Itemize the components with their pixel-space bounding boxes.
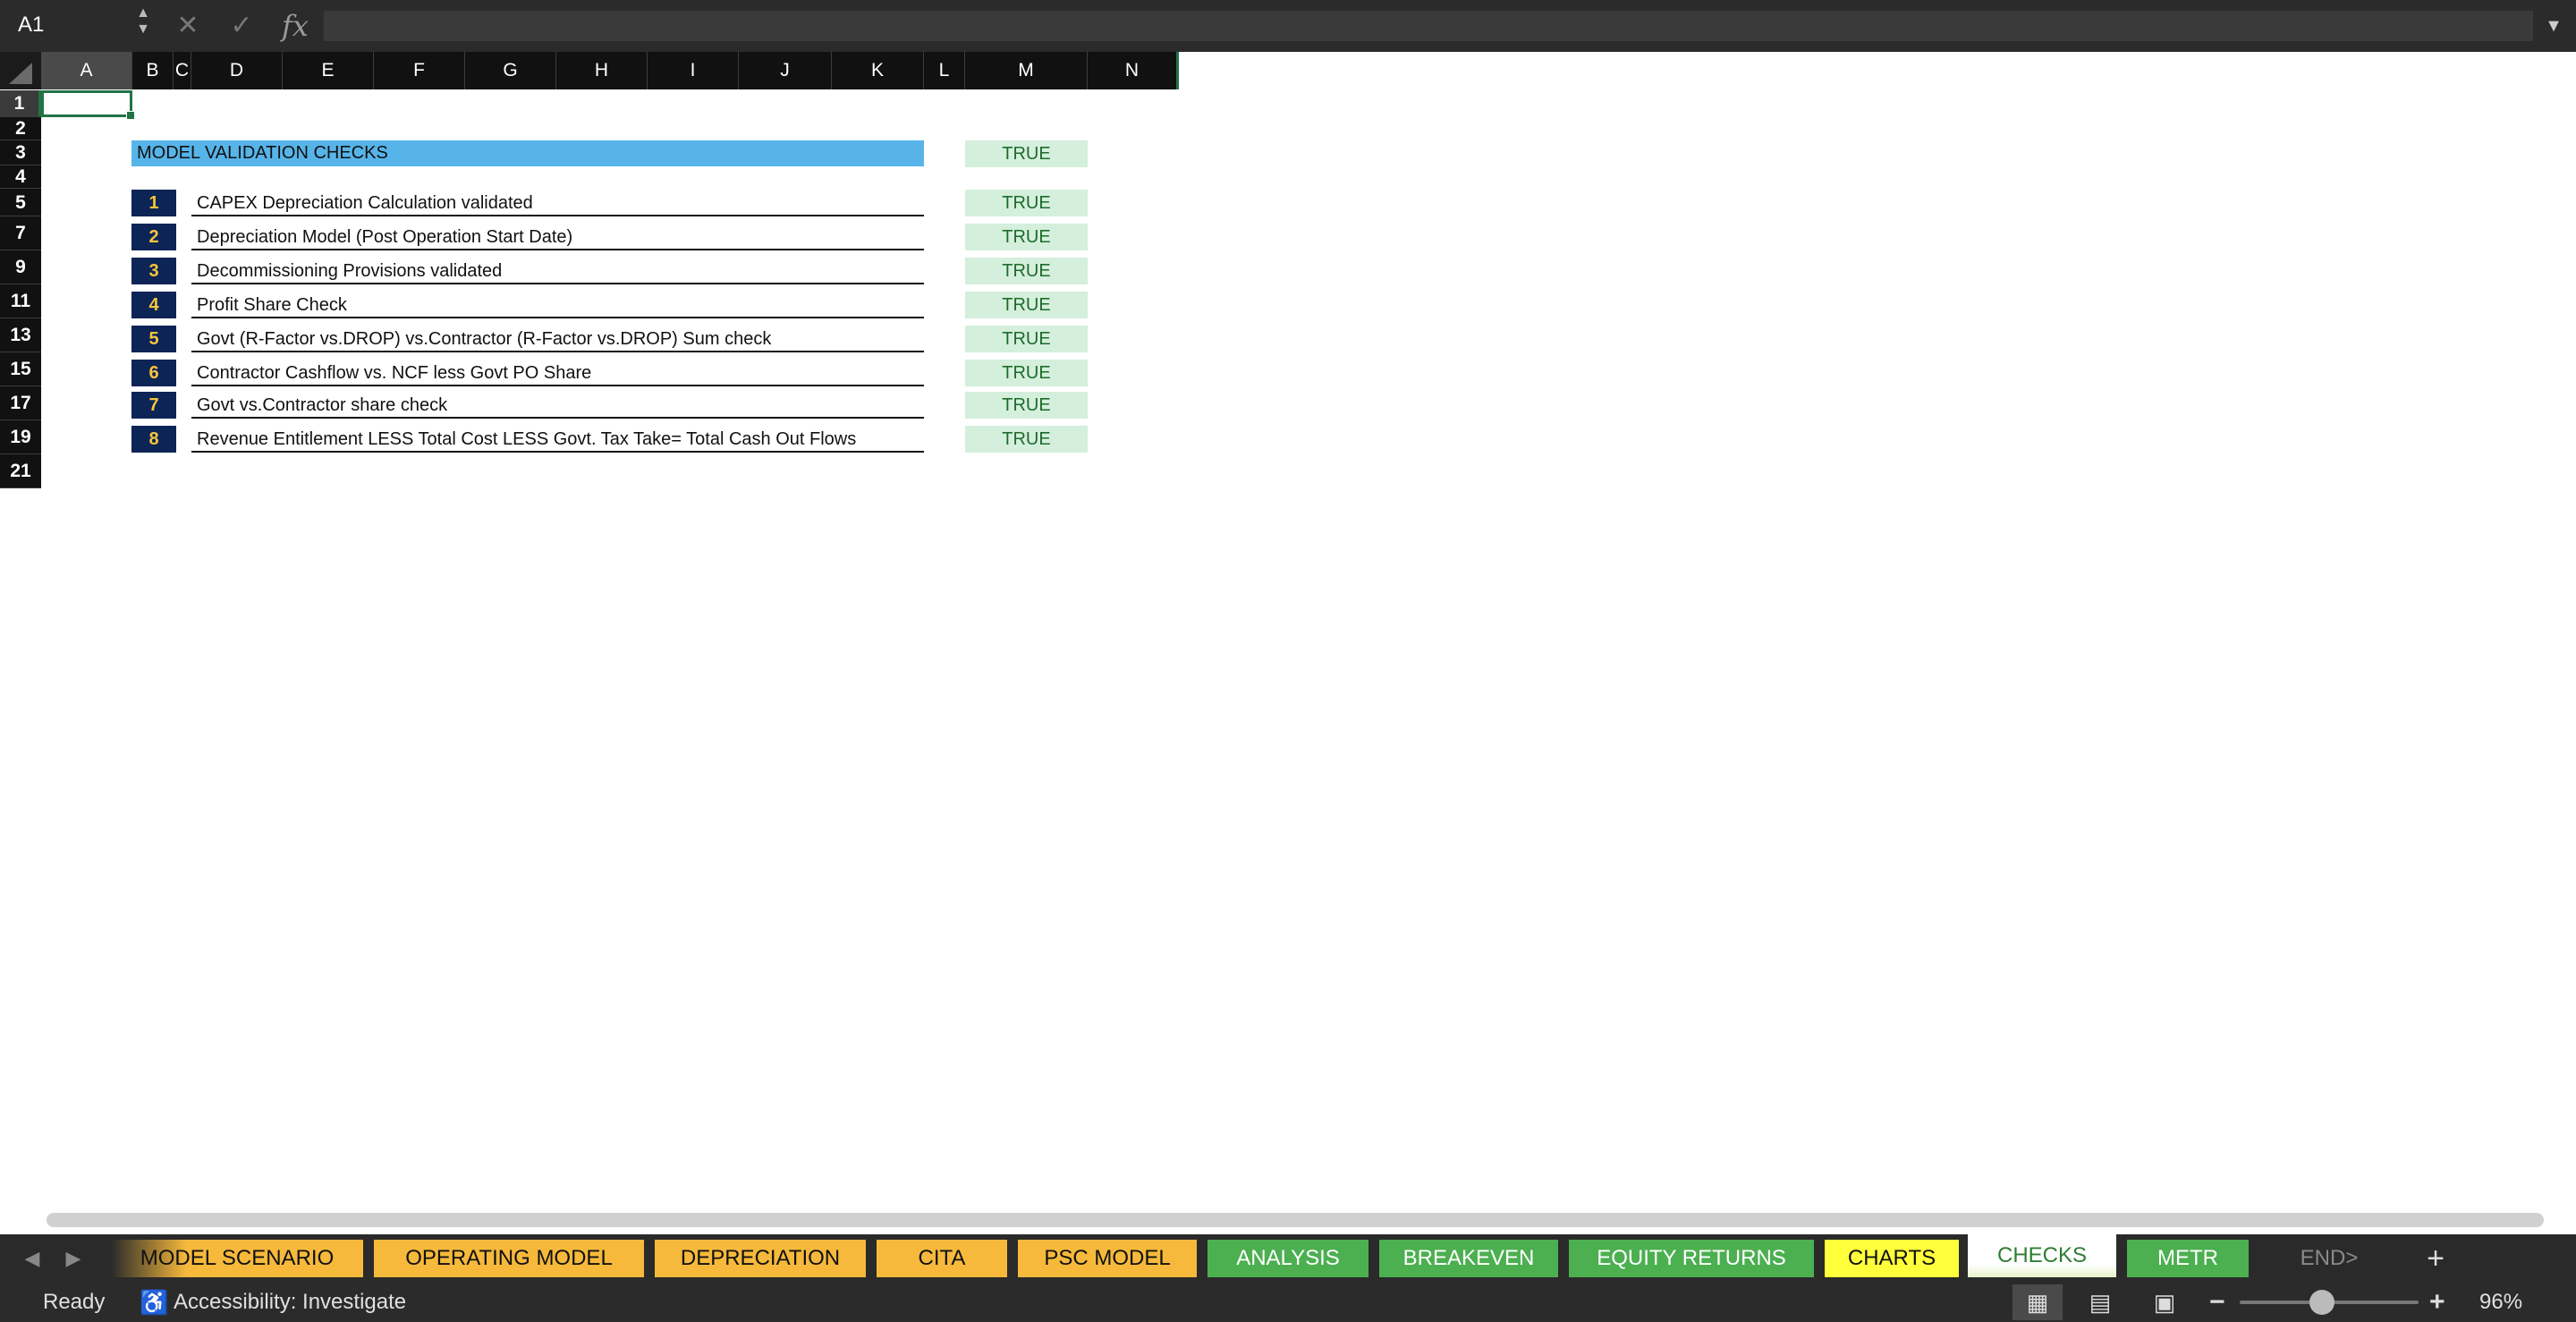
tab-metr[interactable]: METR [2127, 1240, 2249, 1277]
check-number[interactable]: 2 [131, 224, 176, 250]
row-header-17[interactable]: 17 [0, 386, 41, 420]
horizontal-scrollbar[interactable] [47, 1213, 2544, 1227]
row-header-19[interactable]: 19 [0, 420, 41, 454]
tab-equity-returns[interactable]: EQUITY RETURNS [1569, 1240, 1814, 1277]
row-header-4[interactable]: 4 [0, 165, 41, 189]
check-number[interactable]: 7 [131, 392, 176, 419]
check-label[interactable]: Depreciation Model (Post Operation Start… [191, 224, 924, 250]
row-header-5[interactable]: 5 [0, 189, 41, 216]
tab-checks[interactable]: CHECKS [1968, 1234, 2116, 1277]
column-header-k[interactable]: K [832, 52, 924, 89]
column-header-c[interactable]: C [174, 52, 191, 89]
normal-view-icon[interactable]: ▦ [2012, 1284, 2063, 1320]
column-header-f[interactable]: F [374, 52, 465, 89]
column-header-n[interactable]: N [1088, 52, 1179, 89]
active-cell-a1[interactable] [41, 90, 135, 120]
row-header-21[interactable]: 21 [0, 454, 41, 488]
check-result[interactable]: TRUE [965, 258, 1088, 284]
zoom-out-button[interactable]: − [2209, 1283, 2225, 1322]
sheet-title[interactable]: MODEL VALIDATION CHECKS [131, 140, 924, 166]
row-header-11[interactable]: 11 [0, 284, 41, 318]
zoom-level[interactable]: 96% [2479, 1283, 2522, 1322]
page-break-view-icon[interactable]: ▣ [2140, 1284, 2190, 1320]
check-result[interactable]: TRUE [965, 190, 1088, 216]
zoom-in-button[interactable]: + [2429, 1283, 2445, 1322]
column-header-m[interactable]: M [965, 52, 1088, 89]
check-label[interactable]: CAPEX Depreciation Calculation validated [191, 190, 924, 216]
tab-analysis[interactable]: ANALYSIS [1208, 1240, 1368, 1277]
tab-end[interactable]: END> [2259, 1240, 2399, 1277]
check-number[interactable]: 1 [131, 190, 176, 216]
check-label[interactable]: Decommissioning Provisions validated [191, 258, 924, 284]
tab-scroll-left-icon[interactable]: ◀ [14, 1234, 50, 1283]
column-header-g[interactable]: G [465, 52, 556, 89]
zoom-slider-thumb[interactable] [2309, 1290, 2334, 1315]
tab-operating-model[interactable]: OPERATING MODEL [374, 1240, 644, 1277]
check-label[interactable]: Contractor Cashflow vs. NCF less Govt PO… [191, 360, 924, 386]
page-layout-view-icon[interactable]: ▤ [2075, 1284, 2125, 1320]
row-header-9[interactable]: 9 [0, 250, 41, 284]
fx-icon[interactable]: fx [277, 7, 313, 45]
formula-bar: A1 ▲ ▼ ✕ ✓ fx ▼ [0, 0, 2576, 52]
name-box[interactable]: A1 [0, 5, 152, 45]
column-header-b[interactable]: B [132, 52, 174, 89]
check-label[interactable]: Govt (R-Factor vs.DROP) vs.Contractor (R… [191, 326, 924, 352]
check-number[interactable]: 8 [131, 426, 176, 453]
status-bar: Ready ♿ Accessibility: Investigate ▦ ▤ ▣… [0, 1283, 2576, 1322]
column-header-i[interactable]: I [648, 52, 739, 89]
fill-handle[interactable] [126, 111, 135, 120]
tab-psc-model[interactable]: PSC MODEL [1018, 1240, 1197, 1277]
accessibility-status[interactable]: Accessibility: Investigate [174, 1283, 406, 1322]
check-label[interactable]: Govt vs.Contractor share check [191, 392, 924, 419]
check-number[interactable]: 5 [131, 326, 176, 352]
column-header-e[interactable]: E [283, 52, 374, 89]
status-ready: Ready [43, 1290, 106, 1314]
select-all-icon [9, 63, 32, 84]
check-number[interactable]: 3 [131, 258, 176, 284]
check-label[interactable]: Profit Share Check [191, 292, 924, 318]
name-box-stepper-icon[interactable]: ▲ ▼ [134, 5, 152, 45]
row-header-13[interactable]: 13 [0, 318, 41, 352]
tab-cita[interactable]: CITA [877, 1240, 1007, 1277]
check-number[interactable]: 6 [131, 360, 176, 386]
tab-model-scenario[interactable]: MODEL SCENARIO [111, 1240, 363, 1277]
tab-depreciation[interactable]: DEPRECIATION [655, 1240, 866, 1277]
column-header-d[interactable]: D [191, 52, 283, 89]
column-header-l[interactable]: L [924, 52, 965, 89]
tab-breakeven[interactable]: BREAKEVEN [1379, 1240, 1558, 1277]
check-result[interactable]: TRUE [965, 360, 1088, 386]
check-number[interactable]: 4 [131, 292, 176, 318]
row-header-3[interactable]: 3 [0, 140, 41, 165]
check-result[interactable]: TRUE [965, 426, 1088, 453]
title-result-cell[interactable]: TRUE [965, 140, 1088, 167]
enter-icon[interactable]: ✓ [224, 7, 259, 45]
cancel-icon[interactable]: ✕ [170, 7, 206, 45]
check-result[interactable]: TRUE [965, 392, 1088, 419]
accessibility-icon[interactable]: ♿ [140, 1283, 168, 1322]
add-sheet-button[interactable]: + [2410, 1240, 2462, 1277]
column-header-a[interactable]: A [41, 52, 132, 89]
tab-scroll-right-icon[interactable]: ▶ [55, 1234, 91, 1283]
formula-input[interactable] [324, 11, 2533, 41]
row-header-15[interactable]: 15 [0, 352, 41, 386]
row-header-1[interactable]: 1 [0, 90, 41, 117]
row-header-2[interactable]: 2 [0, 117, 41, 140]
check-result[interactable]: TRUE [965, 326, 1088, 352]
check-result[interactable]: TRUE [965, 292, 1088, 318]
column-header-h[interactable]: H [556, 52, 648, 89]
column-header-j[interactable]: J [739, 52, 832, 89]
chevron-down-icon[interactable]: ▼ [2540, 7, 2567, 45]
check-label[interactable]: Revenue Entitlement LESS Total Cost LESS… [191, 426, 924, 453]
row-header-7[interactable]: 7 [0, 216, 41, 250]
check-result[interactable]: TRUE [965, 224, 1088, 250]
tab-charts[interactable]: CHARTS [1825, 1240, 1959, 1277]
